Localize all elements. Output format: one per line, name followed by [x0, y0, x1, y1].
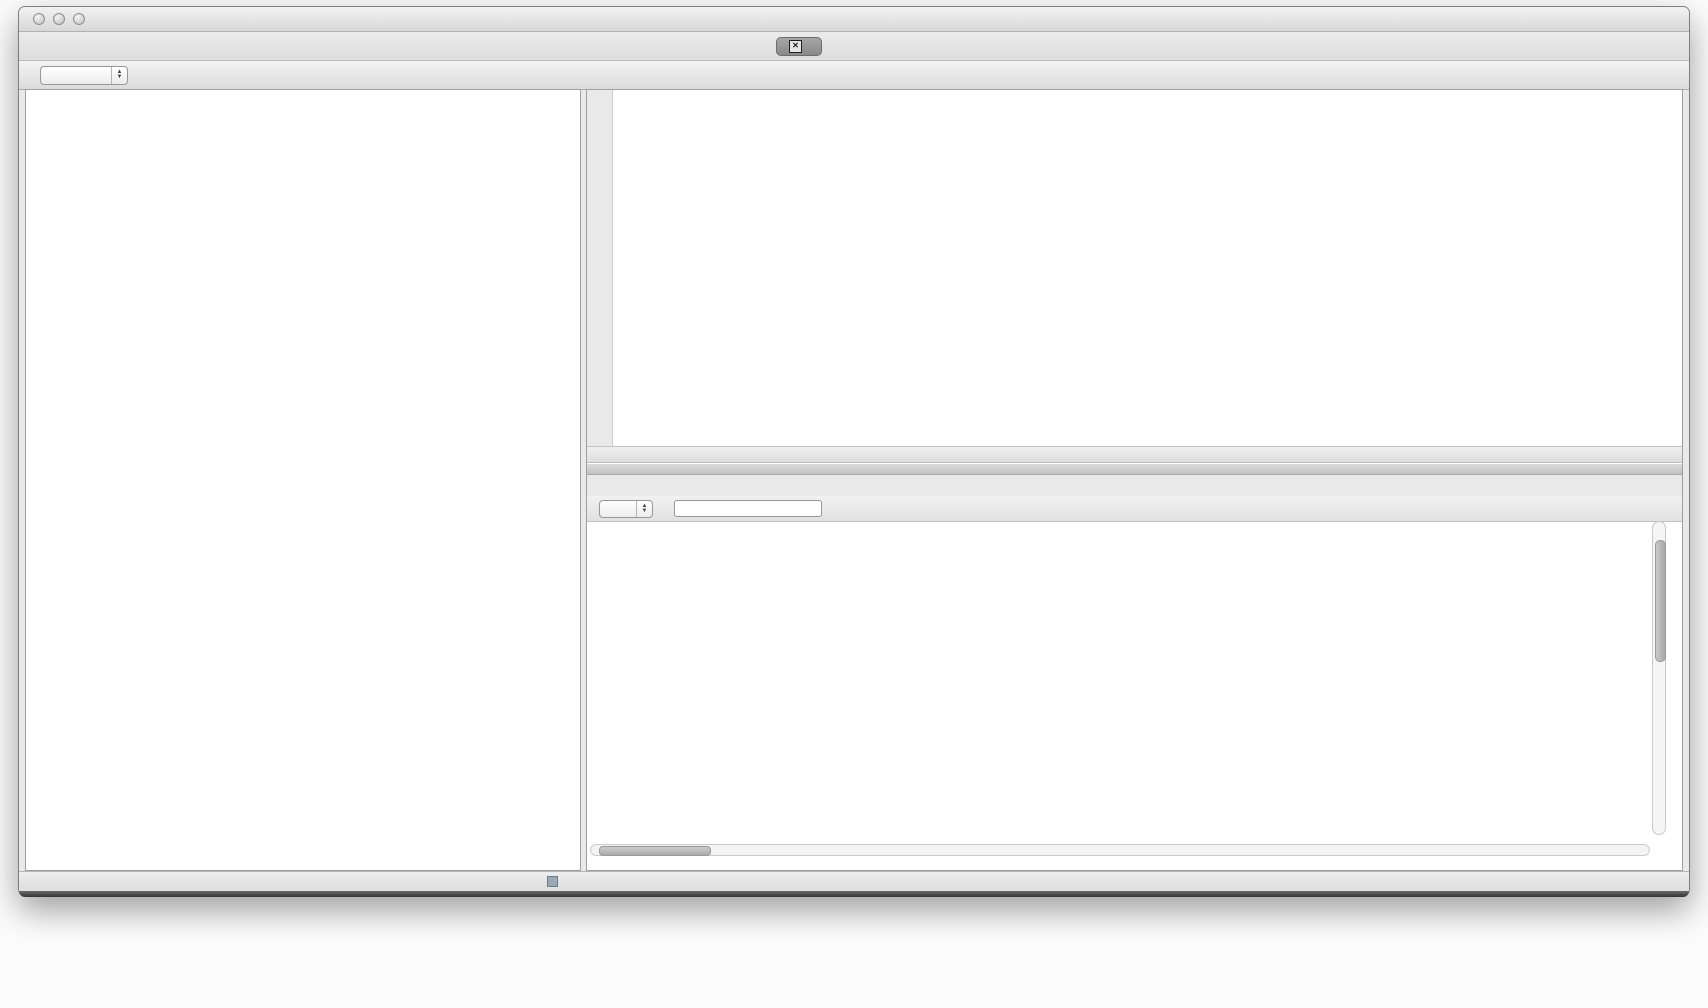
results-search-input[interactable]: [674, 500, 822, 517]
close-tab-icon[interactable]: ✕: [789, 40, 802, 53]
statement-type-select[interactable]: ▲▼: [40, 66, 128, 85]
result-tab-bar: [587, 475, 1682, 497]
editor-results-panel: ▲▼: [586, 89, 1683, 871]
database-browser-tree: [25, 89, 581, 871]
line-number-gutter: [587, 90, 613, 446]
main-toolbar: ▲▼: [19, 61, 1689, 90]
horizontal-splitter[interactable]: [587, 464, 1682, 475]
status-indicator-icon: [547, 876, 558, 887]
window-bottom-edge: [19, 891, 1689, 897]
document-tab[interactable]: ✕: [776, 37, 822, 56]
main-split: ▲▼: [19, 87, 1689, 871]
results-toolbar: ▲▼: [587, 496, 1682, 522]
zoom-button[interactable]: [73, 13, 85, 25]
razorsql-window: ✕ ▲▼: [18, 6, 1690, 896]
horizontal-scrollbar-thumb[interactable]: [599, 846, 711, 856]
document-tab-strip: ✕: [19, 32, 1689, 61]
close-button[interactable]: [33, 13, 45, 25]
window-controls: [33, 13, 85, 25]
results-table-header: [590, 521, 1650, 536]
results-table: [590, 521, 1650, 536]
row-limit-select[interactable]: ▲▼: [599, 500, 653, 518]
select-stepper-icon: ▲▼: [111, 67, 127, 84]
status-bar: [19, 871, 1689, 891]
limit-stepper-icon: ▲▼: [636, 501, 652, 517]
sql-editor[interactable]: [587, 90, 1682, 446]
horizontal-scrollbar[interactable]: [590, 844, 1650, 856]
vertical-scrollbar-thumb[interactable]: [1655, 540, 1666, 662]
editor-status-bar: [587, 446, 1682, 463]
desktop: ✕ ▲▼: [0, 0, 1708, 1008]
sql-code-area[interactable]: [613, 90, 619, 446]
vertical-scrollbar[interactable]: [1652, 521, 1666, 835]
minimize-button[interactable]: [53, 13, 65, 25]
title-bar[interactable]: [19, 7, 1689, 32]
